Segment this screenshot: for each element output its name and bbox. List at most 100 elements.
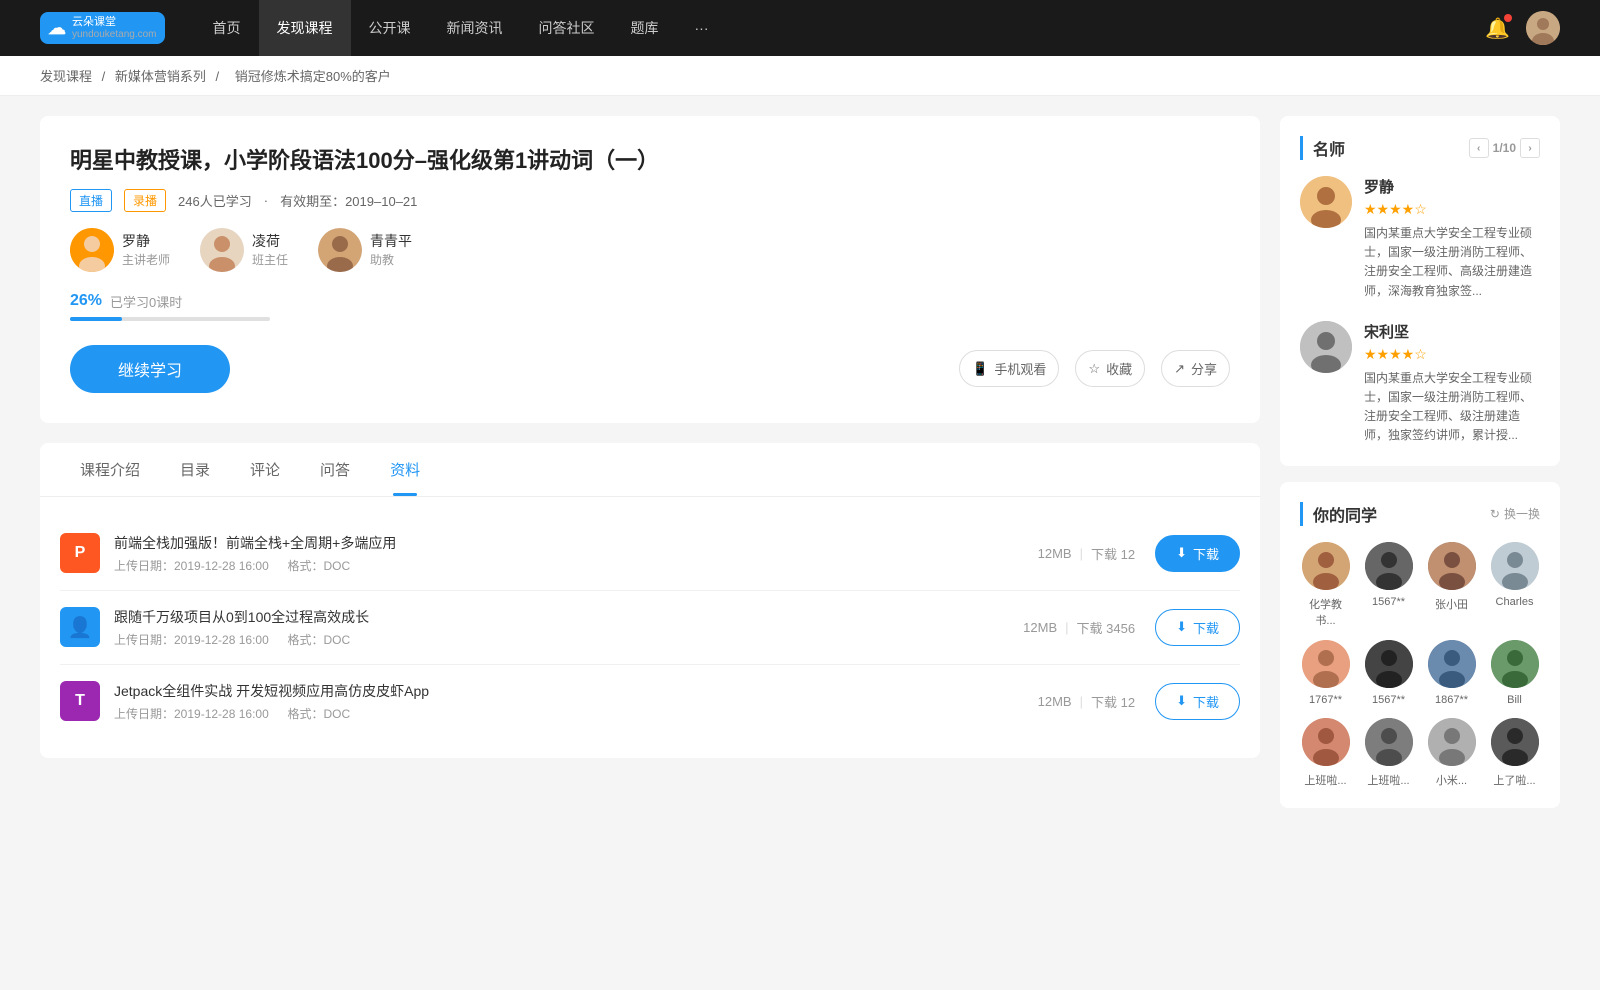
classmate-9: 上班啦... [1363,718,1414,788]
sidebar-teacher-name-0: 罗静 [1364,176,1540,197]
course-title: 明星中教授课，小学阶段语法100分–强化级第1讲动词（一） [70,146,1230,177]
breadcrumb-discover[interactable]: 发现课程 [40,69,92,84]
course-actions: 继续学习 📱 手机观看 ☆ 收藏 ↗ 分享 [70,345,1230,393]
classmates-title: 你的同学 [1300,502,1377,526]
classmate-avatar-1[interactable] [1365,542,1413,590]
logo-sub-text: yundouketang.com [72,29,157,40]
file-format-sep-2 [272,707,284,721]
navbar: ☁ 云朵课堂 yundouketang.com 首页 发现课程 公开课 新闻资讯… [0,0,1600,56]
nav-more[interactable]: ··· [677,0,727,56]
download-button-0[interactable]: ⬇ 下载 [1155,535,1240,572]
tab-materials[interactable]: 资料 [370,443,440,496]
mobile-watch-button[interactable]: 📱 手机观看 [959,350,1059,387]
user-avatar-nav[interactable] [1526,11,1560,45]
classmate-avatar-10[interactable] [1428,718,1476,766]
file-name-1: 跟随千万级项目从0到100全过程高效成长 [114,607,1023,627]
teacher-0: 罗静 主讲老师 [70,228,170,272]
nav-home[interactable]: 首页 [195,0,259,56]
tab-review[interactable]: 评论 [230,443,300,496]
classmate-avatar-11[interactable] [1491,718,1539,766]
teachers-list: 罗静 主讲老师 凌荷 班主任 [70,228,1230,272]
tabs-section: 课程介绍 目录 评论 问答 资料 P 前端全栈加强版！前端全栈+全周期+多端应用… [40,443,1260,758]
classmate-name-6: 1867** [1435,694,1468,706]
teacher-2: 青青平 助教 [318,228,412,272]
file-name-2: Jetpack全组件实战 开发短视频应用高仿皮皮虾App [114,681,1038,701]
nav-open[interactable]: 公开课 [351,0,429,56]
main-layout: 明星中教授课，小学阶段语法100分–强化级第1讲动词（一） 直播 录播 246人… [0,96,1600,844]
file-size-0: 12MB [1038,546,1072,561]
teachers-prev[interactable]: ‹ [1469,138,1489,158]
tab-catalog[interactable]: 目录 [160,443,230,496]
learner-count: 246人已学习 [178,191,252,210]
file-item-1: 👤 跟随千万级项目从0到100全过程高效成长 上传日期：2019-12-28 1… [60,591,1240,665]
teachers-next[interactable]: › [1520,138,1540,158]
file-date-2: 上传日期：2019-12-28 16:00 [114,707,269,721]
classmate-avatar-0[interactable] [1302,542,1350,590]
left-content: 明星中教授课，小学阶段语法100分–强化级第1讲动词（一） 直播 录播 246人… [40,116,1260,824]
teacher-role-2: 助教 [370,251,412,268]
classmate-avatar-9[interactable] [1365,718,1413,766]
tab-intro[interactable]: 课程介绍 [60,443,160,496]
download-icon-1: ⬇ [1176,619,1187,635]
expire-date: 有效期至：2019–10–21 [280,191,417,210]
classmate-avatar-3[interactable] [1491,542,1539,590]
classmate-avatar-6[interactable] [1428,640,1476,688]
file-size-1: 12MB [1023,620,1057,635]
breadcrumb-sep1: / [102,69,109,84]
nav-qa[interactable]: 问答社区 [521,0,613,56]
classmates-grid: 化学教书... 1567** 张小田 [1300,542,1540,788]
file-meta-2: 上传日期：2019-12-28 16:00 格式：DOC [114,705,1038,722]
share-button[interactable]: ↗ 分享 [1161,350,1230,387]
star-icon: ☆ [1088,361,1100,377]
teacher-name-1: 凌荷 [252,231,288,251]
classmate-3: Charles [1489,542,1540,628]
notification-bell[interactable]: 🔔 [1485,16,1510,41]
file-sep-1: | [1065,620,1068,635]
continue-button[interactable]: 继续学习 [70,345,230,393]
file-date-0: 上传日期：2019-12-28 16:00 [114,559,269,573]
classmates-header: 你的同学 ↻ 换一换 [1300,502,1540,526]
right-sidebar: 名师 ‹ 1/10 › 罗静 ★★★★☆ [1280,116,1560,824]
download-label-2: 下载 [1193,692,1219,711]
file-stats-0: 12MB | 下载 12 [1038,544,1135,563]
tab-qa[interactable]: 问答 [300,443,370,496]
classmate-name-2: 张小田 [1435,596,1468,612]
logo[interactable]: ☁ 云朵课堂 yundouketang.com [40,12,165,44]
classmate-name-4: 1767** [1309,694,1342,706]
classmate-avatar-4[interactable] [1302,640,1350,688]
file-sep-2: | [1080,694,1083,709]
classmate-name-9: 上班啦... [1367,772,1409,788]
classmate-avatar-2[interactable] [1428,542,1476,590]
file-item-0: P 前端全栈加强版！前端全栈+全周期+多端应用 上传日期：2019-12-28 … [60,517,1240,591]
sidebar-teacher-desc-0: 国内某重点大学安全工程专业硕士，国家一级注册消防工程师、注册安全工程师、高级注册… [1364,224,1540,301]
classmates-card: 你的同学 ↻ 换一换 化学教书... 15 [1280,482,1560,808]
classmate-name-0: 化学教书... [1300,596,1351,628]
classmate-name-3: Charles [1496,596,1534,608]
classmate-avatar-5[interactable] [1365,640,1413,688]
download-label-0: 下载 [1193,544,1219,563]
file-stats-1: 12MB | 下载 3456 [1023,618,1135,637]
classmate-7: Bill [1489,640,1540,706]
badge-live: 直播 [70,189,112,212]
classmate-avatar-7[interactable] [1491,640,1539,688]
classmate-avatar-8[interactable] [1302,718,1350,766]
share-label: 分享 [1191,359,1217,378]
download-button-1[interactable]: ⬇ 下载 [1155,609,1240,646]
sidebar-teacher-stars-1: ★★★★☆ [1364,346,1540,363]
classmate-name-5: 1567** [1372,694,1405,706]
refresh-button[interactable]: ↻ 换一换 [1490,505,1540,522]
refresh-icon: ↻ [1490,507,1500,521]
favorite-button[interactable]: ☆ 收藏 [1075,350,1145,387]
teachers-card: 名师 ‹ 1/10 › 罗静 ★★★★☆ [1280,116,1560,466]
file-size-2: 12MB [1038,694,1072,709]
breadcrumb-series[interactable]: 新媒体营销系列 [115,69,206,84]
file-info-0: 前端全栈加强版！前端全栈+全周期+多端应用 上传日期：2019-12-28 16… [114,533,1038,574]
course-card: 明星中教授课，小学阶段语法100分–强化级第1讲动词（一） 直播 录播 246人… [40,116,1260,423]
file-info-1: 跟随千万级项目从0到100全过程高效成长 上传日期：2019-12-28 16:… [114,607,1023,648]
classmate-11: 上了啦... [1489,718,1540,788]
file-downloads-1: 下载 3456 [1077,618,1136,637]
download-button-2[interactable]: ⬇ 下载 [1155,683,1240,720]
nav-news[interactable]: 新闻资讯 [429,0,521,56]
nav-discover[interactable]: 发现课程 [259,0,351,56]
nav-quiz[interactable]: 题库 [613,0,677,56]
